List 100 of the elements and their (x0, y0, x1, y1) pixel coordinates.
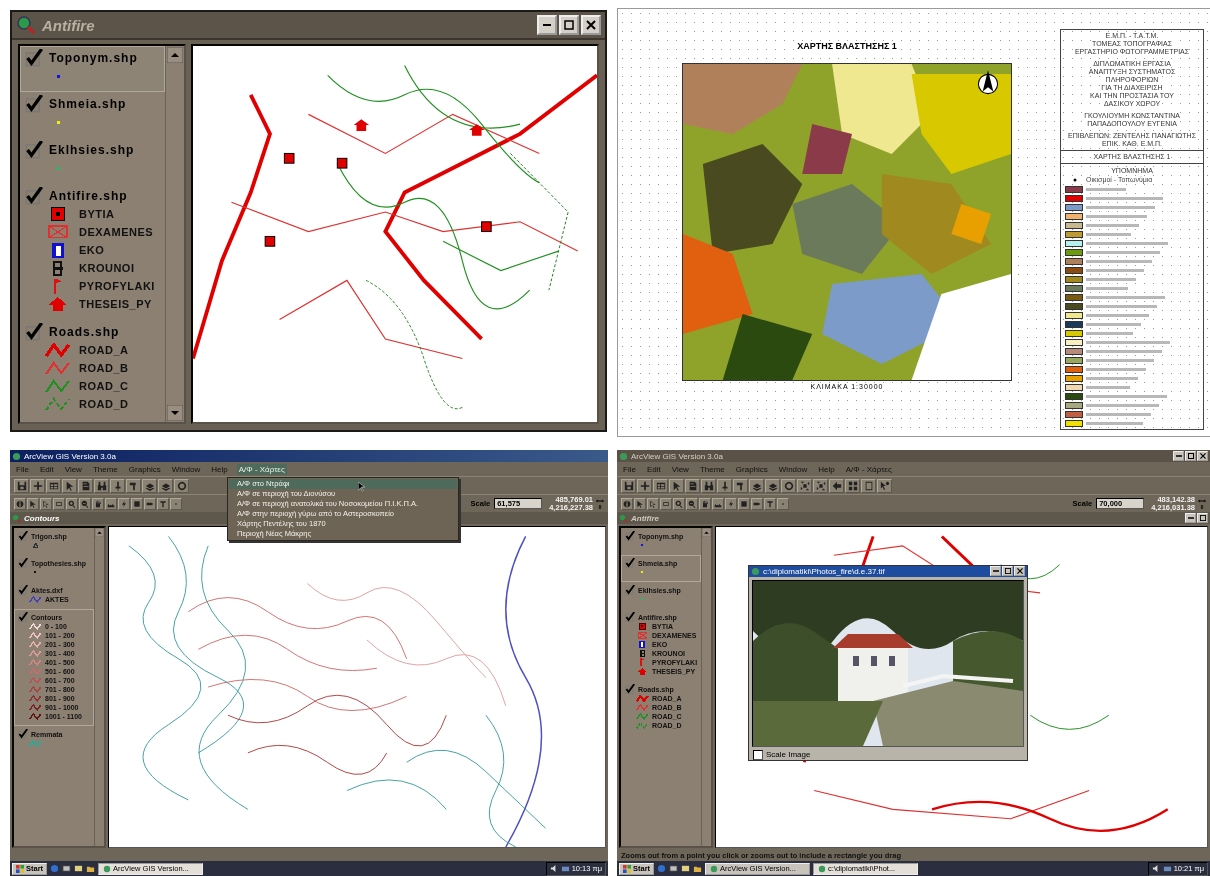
toolbar-button[interactable] (78, 478, 93, 493)
toolbar-button[interactable] (105, 497, 117, 510)
toolbar-button[interactable] (79, 497, 91, 510)
toolbar-button[interactable] (144, 497, 156, 510)
toolbar-button[interactable] (647, 497, 659, 510)
toolbar-button[interactable] (92, 497, 104, 510)
restore-button[interactable] (1185, 451, 1196, 461)
scroll-up-icon[interactable] (95, 528, 104, 537)
mail-icon[interactable] (681, 864, 691, 873)
toolbar-button[interactable] (738, 497, 750, 510)
checkbox[interactable] (25, 187, 43, 205)
checkbox[interactable] (625, 585, 635, 595)
desktop-icon[interactable] (669, 864, 679, 873)
menu-item[interactable]: Window (169, 463, 203, 475)
toolbar-button[interactable] (66, 497, 78, 510)
scroll-down-icon[interactable] (167, 405, 183, 421)
layer-entry[interactable]: Toponym.shp (20, 46, 165, 92)
network-icon[interactable] (1162, 864, 1172, 873)
toolbar-button[interactable] (46, 478, 61, 493)
layer-entry[interactable]: Antifire.shp BYTIA DEXAMENES EKO KROUNOI PYROFYLAKI THESEIS_PY (20, 184, 165, 320)
toolbar-button[interactable] (621, 478, 636, 493)
checkbox[interactable] (18, 558, 28, 568)
menu-item[interactable]: Graphics (733, 463, 770, 475)
toolbar-button[interactable] (40, 497, 52, 510)
toolbar-button[interactable] (845, 478, 860, 493)
toolbar-button[interactable] (110, 478, 125, 493)
desktop-icon[interactable] (62, 864, 72, 873)
minimize-button[interactable] (1185, 513, 1196, 523)
toolbar-button[interactable] (685, 478, 700, 493)
menu-item[interactable]: View (669, 463, 691, 475)
close-button[interactable] (581, 15, 601, 35)
checkbox[interactable] (25, 323, 43, 341)
checkbox[interactable] (18, 612, 28, 622)
toolbar-button[interactable] (53, 497, 65, 510)
checkbox[interactable] (25, 95, 43, 113)
toolbar-button[interactable] (158, 478, 173, 493)
toolbar-button[interactable] (781, 478, 796, 493)
toolbar-button[interactable] (877, 478, 892, 493)
checkbox[interactable] (625, 612, 635, 622)
mail-icon[interactable] (74, 864, 84, 873)
scroll-up-icon[interactable] (167, 47, 183, 63)
toolbar-button[interactable] (669, 478, 684, 493)
toolbar-button[interactable] (94, 478, 109, 493)
toolbar-button[interactable] (621, 497, 633, 510)
layer-entry[interactable]: Shmeia.shp (20, 92, 165, 138)
toolbar-button[interactable] (733, 478, 748, 493)
menu-item[interactable]: Edit (644, 463, 663, 475)
toolbar-button[interactable] (749, 478, 764, 493)
toolbar-button[interactable] (686, 497, 698, 510)
toolbar-button[interactable] (131, 497, 143, 510)
toolbar-button[interactable] (660, 497, 672, 510)
checkbox[interactable] (625, 684, 635, 694)
menu-item[interactable]: View (62, 463, 84, 475)
checkbox[interactable] (25, 141, 43, 159)
toolbar-button[interactable] (142, 478, 157, 493)
toolbar-button[interactable] (30, 478, 45, 493)
toolbar-button[interactable] (62, 478, 77, 493)
menu-item[interactable]: Help (816, 463, 837, 475)
toolbar-button[interactable] (813, 478, 828, 493)
checkbox[interactable] (625, 558, 635, 568)
menu-item[interactable]: Theme (90, 463, 120, 475)
toolbar-button[interactable] (157, 497, 169, 510)
menu-item[interactable]: Window (776, 463, 810, 475)
toolbar-button[interactable] (118, 497, 130, 510)
toolbar-button[interactable] (712, 497, 724, 510)
toolbar-button[interactable] (673, 497, 685, 510)
toolbar-button[interactable] (829, 478, 844, 493)
maximize-button[interactable] (559, 15, 579, 35)
menu-item[interactable]: Theme (697, 463, 727, 475)
toolbar-button[interactable] (701, 478, 716, 493)
menu-item[interactable]: Α/Φ - Χάρτες (843, 463, 894, 475)
toolbar-button[interactable] (14, 497, 26, 510)
checkbox[interactable] (25, 49, 43, 67)
scrollbar[interactable] (165, 46, 184, 422)
toolbar-button[interactable] (777, 497, 789, 510)
checkbox[interactable] (18, 729, 28, 739)
network-icon[interactable] (560, 864, 570, 873)
checkbox[interactable] (18, 585, 28, 595)
menu-item[interactable]: Graphics (126, 463, 163, 475)
layer-entry[interactable]: Eklhsies.shp (20, 138, 165, 184)
toolbar-button[interactable] (861, 478, 876, 493)
scrollbar[interactable] (701, 528, 711, 846)
checkbox[interactable] (625, 531, 635, 541)
toolbar-button[interactable] (27, 497, 39, 510)
toolbar-button[interactable] (634, 497, 646, 510)
minimize-button[interactable] (1173, 451, 1184, 461)
maximize-button[interactable] (1197, 513, 1208, 523)
toolbar-button[interactable] (751, 497, 763, 510)
toolbar-button[interactable] (637, 478, 652, 493)
menu-item[interactable]: Edit (37, 463, 56, 475)
menu-item[interactable]: File (621, 463, 638, 475)
menu-item[interactable]: Α/Φ - Χάρτες (236, 463, 287, 475)
toolbar-button[interactable] (170, 497, 182, 510)
checkbox[interactable] (18, 531, 28, 541)
toolbar-button[interactable] (653, 478, 668, 493)
scroll-up-icon[interactable] (702, 528, 711, 537)
toolbar-button[interactable] (14, 478, 29, 493)
minimize-button[interactable] (537, 15, 557, 35)
menu-item[interactable]: Help (209, 463, 230, 475)
toolbar-button[interactable] (725, 497, 737, 510)
